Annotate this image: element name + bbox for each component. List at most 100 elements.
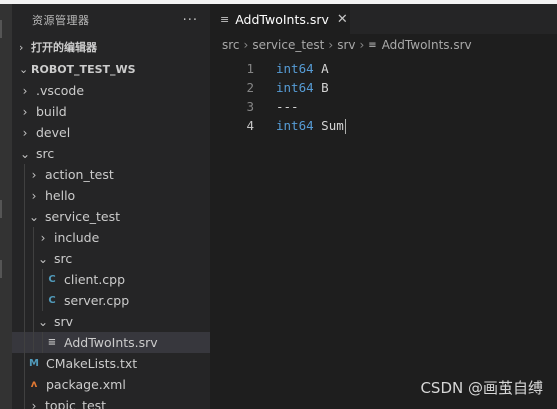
indent-guide — [42, 269, 43, 290]
indent-guide — [33, 227, 34, 248]
indent-guide — [42, 290, 43, 311]
code-line-current[interactable]: 4 int64 Sum — [210, 116, 557, 135]
chevron-down-icon: ⌄ — [37, 314, 49, 329]
indent-guide — [33, 332, 34, 353]
activity-bar — [0, 4, 12, 409]
line-number: 4 — [246, 118, 254, 133]
tree-folder[interactable]: › build — [12, 101, 210, 122]
tree-folder[interactable]: ⌄ src — [12, 143, 210, 164]
chevron-right-icon: › — [19, 40, 24, 54]
cpp-file-icon: C — [48, 295, 56, 306]
chevron-down-icon: ⌄ — [19, 146, 31, 161]
more-actions-icon[interactable]: ··· — [183, 13, 198, 28]
activity-bar-mark — [0, 200, 2, 218]
indent-guide — [33, 311, 34, 332]
open-editors-label: 打开的编辑器 — [31, 41, 97, 54]
type-token: int64 — [276, 61, 314, 76]
explorer-header: 资源管理器 ··· — [12, 4, 210, 36]
tree-file[interactable]: M CMakeLists.txt — [12, 353, 210, 374]
cmake-file-icon: M — [29, 358, 39, 369]
tree-folder[interactable]: ⌄ srv — [12, 311, 210, 332]
tree-item-label: service_test — [45, 209, 121, 224]
tree-item-label: client.cpp — [64, 272, 126, 287]
indent-guide — [24, 290, 25, 311]
tree-item-label: topic_test — [45, 398, 107, 409]
srv-file-icon: ≡ — [368, 39, 377, 51]
breadcrumb-item[interactable]: service_test — [252, 38, 324, 52]
indent-guide — [24, 269, 25, 290]
tree-folder[interactable]: › .vscode — [12, 80, 210, 101]
line-number: 1 — [246, 61, 254, 76]
chevron-right-icon: › — [243, 38, 249, 52]
tree-folder[interactable]: ⌄ src — [12, 248, 210, 269]
chevron-right-icon: › — [359, 38, 365, 52]
chevron-right-icon: › — [31, 167, 37, 182]
tab-label: AddTwoInts.srv — [235, 11, 329, 27]
chevron-right-icon: › — [40, 230, 46, 245]
tree-item-label: AddTwoInts.srv — [64, 335, 158, 350]
code-text: int64 Sum — [276, 118, 346, 134]
tree-item-label: srv — [54, 314, 74, 329]
workspace-section[interactable]: ⌄ ROBOT_TEST_WS — [12, 58, 210, 80]
tree-folder[interactable]: › action_test — [12, 164, 210, 185]
editor-area: ≡ AddTwoInts.srv ✕ src › service_test › … — [210, 4, 557, 409]
code-line[interactable]: 3 --- — [210, 97, 557, 116]
activity-bar-mark — [0, 260, 2, 278]
tree-item-label: src — [54, 251, 73, 266]
tree-folder[interactable]: › hello — [12, 185, 210, 206]
line-number: 3 — [246, 99, 254, 114]
indent-guide — [24, 185, 25, 206]
indent-guide — [33, 290, 34, 311]
tree-folder[interactable]: › include — [12, 227, 210, 248]
tab-addtwoints[interactable]: ≡ AddTwoInts.srv ✕ — [210, 4, 350, 34]
tree-item-label: devel — [36, 125, 71, 140]
chevron-right-icon: › — [31, 188, 37, 203]
tree-item-label: .vscode — [36, 83, 85, 98]
text-cursor — [344, 118, 346, 134]
breadcrumb-item[interactable]: srv — [337, 38, 355, 52]
watermark: CSDN @画茧自缚 — [420, 379, 543, 397]
separator-token: --- — [276, 99, 299, 114]
tree-item-label: include — [54, 230, 100, 245]
file-tree: › .vscode › build › devel ⌄ src › action_test › hel… — [12, 80, 210, 409]
tree-item-label: src — [36, 146, 55, 161]
indent-guide — [33, 269, 34, 290]
tree-folder[interactable]: ⌄ service_test — [12, 206, 210, 227]
workspace-label: ROBOT_TEST_WS — [31, 62, 136, 76]
code-text: int64 B — [276, 80, 329, 95]
srv-file-icon: ≡ — [220, 12, 230, 26]
chevron-down-icon: ⌄ — [28, 209, 40, 224]
breadcrumb-item[interactable]: src — [222, 38, 240, 52]
chevron-right-icon: › — [31, 398, 37, 409]
code-text: int64 A — [276, 61, 329, 76]
indent-guide — [24, 353, 25, 374]
tree-file[interactable]: ʌ package.xml — [12, 374, 210, 395]
tree-file[interactable]: Cserver.cpp — [12, 290, 210, 311]
field-token: B — [321, 80, 329, 95]
indent-guide — [24, 164, 25, 185]
tab-strip: ≡ AddTwoInts.srv ✕ — [210, 4, 557, 34]
indent-guide — [24, 311, 25, 332]
code-line[interactable]: 1 int64 A — [210, 59, 557, 78]
tree-item-label: package.xml — [46, 377, 126, 392]
code-line[interactable]: 2 int64 B — [210, 78, 557, 97]
tree-file[interactable]: ≡ AddTwoInts.srv — [12, 332, 210, 353]
tree-item-label: action_test — [45, 167, 114, 182]
indent-guide — [24, 332, 25, 353]
close-icon[interactable]: ✕ — [337, 12, 348, 27]
breadcrumb-item[interactable]: AddTwoInts.srv — [382, 38, 472, 52]
code-editor[interactable]: 1 int64 A 2 int64 B 3 --- 4 int64 Sum — [210, 59, 557, 135]
breadcrumb: src › service_test › srv › ≡ AddTwoInts.… — [210, 34, 557, 56]
tree-folder[interactable]: › devel — [12, 122, 210, 143]
type-token: int64 — [276, 117, 314, 133]
chevron-right-icon: › — [328, 38, 334, 52]
explorer-title: 资源管理器 — [32, 14, 90, 27]
tree-folder[interactable]: › topic_test — [12, 395, 210, 409]
indent-guide — [24, 374, 25, 395]
explorer-sidebar: 资源管理器 ··· › 打开的编辑器 ⌄ ROBOT_TEST_WS › .vsc… — [12, 4, 210, 409]
tree-file[interactable]: Cclient.cpp — [12, 269, 210, 290]
field-token: Sum — [321, 117, 344, 133]
indent-guide — [42, 332, 43, 353]
type-token: int64 — [276, 80, 314, 95]
open-editors-section[interactable]: › 打开的编辑器 — [12, 36, 210, 58]
